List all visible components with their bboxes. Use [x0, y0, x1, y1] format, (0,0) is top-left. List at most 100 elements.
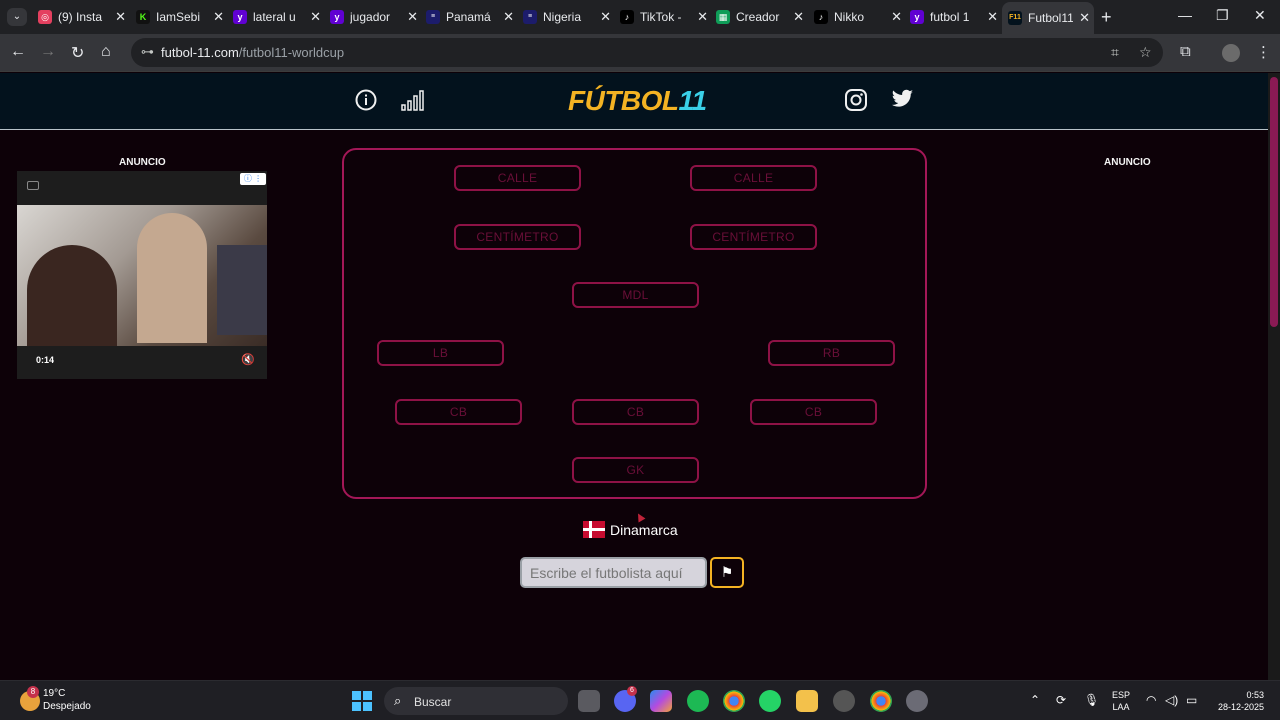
taskbar-search[interactable]: ⌕ Buscar: [384, 687, 568, 715]
tab-search-dropdown[interactable]: ⌄: [7, 8, 27, 26]
url-text[interactable]: futbol-11.com/futbol11-worldcup: [161, 45, 344, 60]
address-bar[interactable]: ⊶ futbol-11.com/futbol11-worldcup ⌗ ☆: [131, 38, 1163, 67]
home-icon[interactable]: ⌂: [101, 43, 111, 61]
site-header: FÚTBOL11: [0, 73, 1268, 130]
browser-tab[interactable]: ♪ TikTok - ✕: [620, 4, 712, 30]
restore-icon[interactable]: ❐: [1216, 7, 1229, 24]
translate-icon[interactable]: ⌗: [1111, 44, 1119, 61]
tab-title: Creador: [736, 10, 780, 24]
tray-chevron-icon[interactable]: ⌃: [1030, 693, 1040, 707]
close-tab-icon[interactable]: ✕: [891, 9, 902, 25]
sheets-icon: ▦: [716, 10, 730, 24]
browser-tab[interactable]: y lateral u ✕: [233, 4, 325, 30]
browser-tab[interactable]: ◎ (9) Insta ✕: [38, 4, 130, 30]
browser-tab-active[interactable]: F11 Futbol11 ✕: [1002, 2, 1094, 34]
position-cm-left[interactable]: CENTÍMETRO: [454, 224, 581, 250]
site-info-icon[interactable]: ⊶: [141, 44, 154, 60]
close-tab-icon[interactable]: ✕: [793, 9, 804, 25]
browser-tab[interactable]: y jugador ✕: [330, 4, 422, 30]
start-tile: [363, 702, 372, 711]
mute-icon[interactable]: 🔇: [241, 353, 255, 366]
browser-tab-bar: ⌄ ◎ (9) Insta ✕ K IamSebi ✕ y lateral u …: [0, 0, 1280, 34]
video-ad[interactable]: ⓘ ⋮ 0:14 🔇: [17, 171, 267, 379]
browser-tab[interactable]: K IamSebi ✕: [136, 4, 228, 30]
keyboard-language[interactable]: ESP LAA: [1112, 689, 1130, 713]
forward-icon[interactable]: →: [40, 43, 56, 61]
weather-temperature[interactable]: 19°C: [43, 688, 65, 699]
copilot-icon[interactable]: [650, 690, 672, 712]
minimize-icon[interactable]: —: [1178, 7, 1192, 23]
position-gk[interactable]: GK: [572, 457, 699, 483]
whatsapp-icon[interactable]: [759, 690, 781, 712]
close-tab-icon[interactable]: ✕: [310, 9, 321, 25]
country-label: Dinamarca: [583, 521, 678, 538]
new-tab-button[interactable]: +: [1101, 7, 1112, 28]
position-cm-right[interactable]: CENTÍMETRO: [690, 224, 817, 250]
ad-badge-icon: [27, 181, 39, 190]
ad-label-right: ANUNCIO: [1104, 157, 1151, 168]
position-cb-left[interactable]: CB: [395, 399, 522, 425]
twitter-icon[interactable]: [891, 89, 914, 114]
futbol11-logo[interactable]: FÚTBOL11: [568, 85, 707, 117]
position-lb[interactable]: LB: [377, 340, 504, 366]
weather-description[interactable]: Despejado: [43, 701, 91, 712]
position-st-left[interactable]: CALLE: [454, 165, 581, 191]
position-cb-center[interactable]: CB: [572, 399, 699, 425]
back-icon[interactable]: ←: [10, 43, 26, 61]
windows-start-icon[interactable]: [352, 691, 372, 711]
microphone-icon[interactable]: 🎙: [1084, 693, 1099, 707]
tab-title: jugador: [350, 10, 391, 24]
volume-icon[interactable]: ◁): [1165, 693, 1178, 707]
task-view-icon[interactable]: [578, 690, 600, 712]
close-tab-icon[interactable]: ✕: [407, 9, 418, 25]
chrome-profile-icon[interactable]: [870, 690, 892, 712]
close-tab-icon[interactable]: ✕: [1079, 10, 1090, 26]
settings-icon[interactable]: [906, 690, 928, 712]
browser-tab[interactable]: ≡ Panamá ✕: [426, 4, 518, 30]
info-icon[interactable]: [355, 89, 377, 116]
browser-tab[interactable]: ▦ Creador ✕: [716, 4, 808, 30]
chrome-icon[interactable]: [723, 690, 745, 712]
give-up-flag-button[interactable]: ⚑: [710, 557, 744, 588]
menu-icon[interactable]: ⋮: [1256, 43, 1271, 61]
tab-title: IamSebi: [156, 10, 201, 24]
close-tab-icon[interactable]: ✕: [503, 9, 514, 25]
formation-field: CALLE CALLE CENTÍMETRO CENTÍMETRO MDL LB…: [342, 148, 927, 499]
ad-figure-bag: [217, 245, 267, 335]
position-st-right[interactable]: CALLE: [690, 165, 817, 191]
close-tab-icon[interactable]: ✕: [987, 9, 998, 25]
country-name: Dinamarca: [610, 521, 678, 538]
browser-tab[interactable]: ♪ Nikko ✕: [814, 4, 906, 30]
close-tab-icon[interactable]: ✕: [600, 9, 611, 25]
position-cb-right[interactable]: CB: [750, 399, 877, 425]
start-tile: [352, 702, 361, 711]
close-tab-icon[interactable]: ✕: [697, 9, 708, 25]
bookmark-star-icon[interactable]: ☆: [1139, 44, 1152, 61]
system-clock[interactable]: 0:53 28-12-2025: [1212, 689, 1264, 713]
profile-avatar[interactable]: [1222, 44, 1240, 62]
wifi-icon[interactable]: ◠: [1146, 693, 1156, 707]
stats-icon[interactable]: [401, 89, 425, 116]
ad-video-frame[interactable]: [17, 205, 267, 346]
app-icon[interactable]: [833, 690, 855, 712]
close-tab-icon[interactable]: ✕: [213, 9, 224, 25]
close-window-icon[interactable]: ✕: [1254, 7, 1266, 24]
reload-icon[interactable]: ↻: [71, 43, 84, 63]
browser-tab[interactable]: ≡ Nigeria ✕: [523, 4, 615, 30]
spotify-icon[interactable]: [687, 690, 709, 712]
battery-icon[interactable]: ▭: [1186, 693, 1197, 707]
tab-title: Nigeria: [543, 10, 582, 24]
extensions-icon[interactable]: ⧉: [1180, 43, 1191, 60]
sync-icon[interactable]: ⟳: [1056, 693, 1066, 707]
player-guess-input[interactable]: Escribe el futbolista aquí: [520, 557, 707, 588]
ad-info-icon[interactable]: ⓘ ⋮: [240, 173, 266, 185]
position-rb[interactable]: RB: [768, 340, 895, 366]
file-explorer-icon[interactable]: [796, 690, 818, 712]
browser-tab[interactable]: y futbol 1 ✕: [910, 4, 1002, 30]
position-mdl[interactable]: MDL: [572, 282, 699, 308]
scrollbar-thumb[interactable]: [1270, 77, 1278, 327]
instagram-icon: ◎: [38, 10, 52, 24]
page-scrollbar[interactable]: [1268, 73, 1280, 680]
close-tab-icon[interactable]: ✕: [115, 9, 126, 25]
instagram-icon[interactable]: [845, 89, 867, 116]
